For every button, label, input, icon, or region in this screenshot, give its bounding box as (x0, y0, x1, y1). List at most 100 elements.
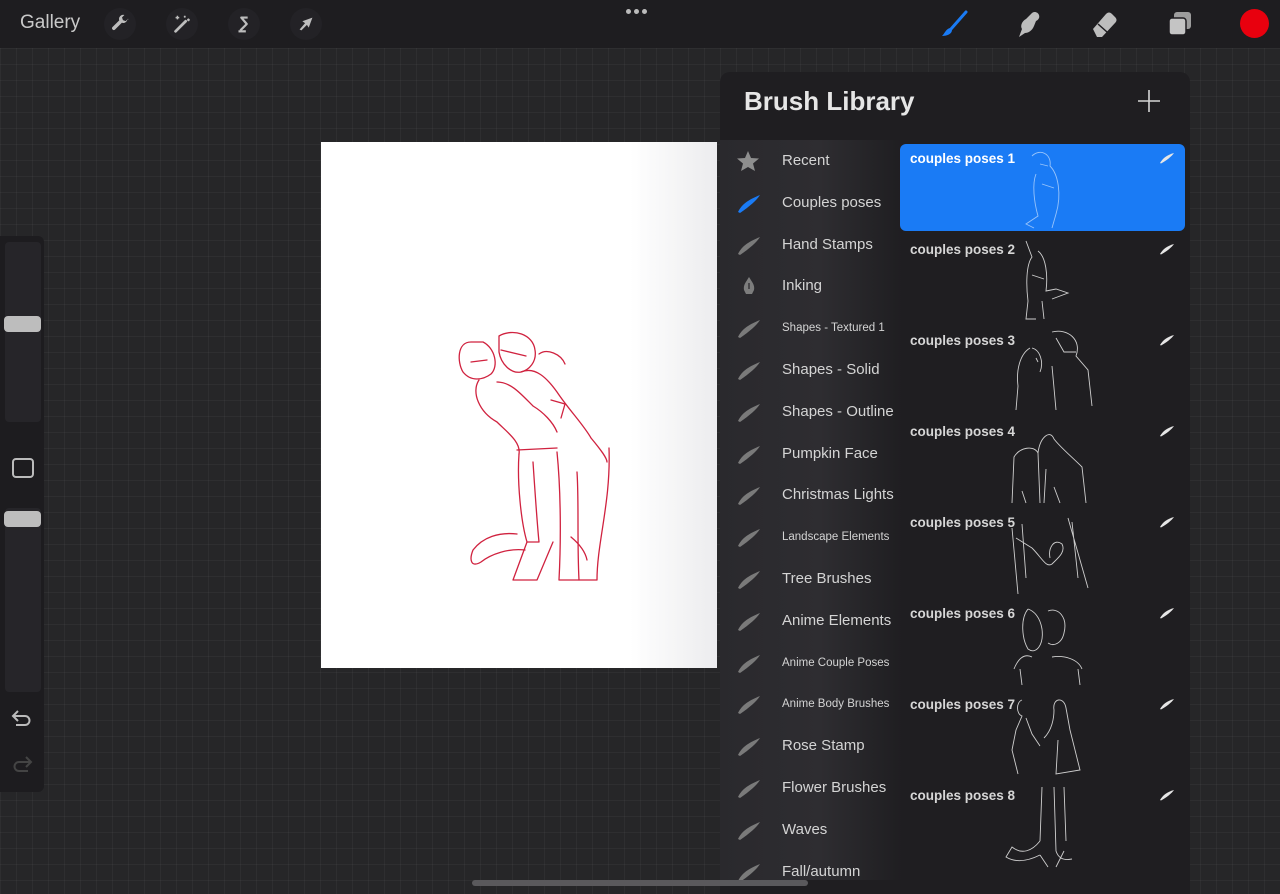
transform-button[interactable] (290, 8, 322, 40)
gallery-button[interactable]: Gallery (20, 12, 80, 34)
brush-set-label: Tree Brushes (782, 570, 872, 587)
brush-set-label: Hand Stamps (782, 235, 873, 253)
brush-item[interactable]: couples poses 7 (900, 690, 1185, 777)
brush-stroke-icon (1160, 244, 1174, 255)
plus-icon (1138, 90, 1160, 112)
brush-set-label: Shapes - Solid (782, 361, 880, 378)
brush-stroke-icon (736, 819, 762, 841)
redo-arrow-icon (13, 756, 33, 772)
brush-set-item[interactable]: Christmas Lights (720, 474, 902, 516)
brush-stroke-icon (736, 652, 762, 674)
paint-tool-button[interactable] (936, 6, 972, 42)
brush-set-item[interactable]: Anime Elements (720, 600, 902, 642)
brush-library-title: Brush Library (744, 86, 915, 116)
brush-set-item[interactable]: Anime Couple Poses (720, 642, 902, 684)
brush-set-item[interactable]: Fall/autumn (720, 851, 902, 880)
layers-tool-button[interactable] (1162, 6, 1198, 42)
brush-set-label: Shapes - Outline (782, 402, 894, 420)
brush-name: couples poses 1 (910, 151, 1016, 166)
brush-stroke-icon (1160, 790, 1174, 801)
brush-set-label: Anime Body Brushes (782, 698, 890, 711)
brush-set-item[interactable]: Waves (720, 809, 902, 851)
smudge-tool-button[interactable] (1010, 6, 1046, 42)
brush-set-label: Recent (782, 152, 830, 169)
brush-item[interactable]: couples poses 5 (900, 508, 1185, 595)
brush-set-item[interactable]: Recent (720, 140, 902, 182)
brush-name: couples poses 3 (910, 333, 1016, 348)
brush-set-item[interactable]: Hand Stamps (720, 224, 902, 266)
brush-set-item[interactable]: Shapes - Outline (720, 391, 902, 433)
brush-list[interactable]: couples poses 1 couples poses 2 couples … (900, 144, 1186, 884)
eraser-tool-button[interactable] (1086, 6, 1122, 42)
brush-set-label: Waves (782, 820, 828, 838)
horizontal-scrollbar[interactable] (472, 880, 808, 886)
brush-stroke-icon (736, 401, 762, 423)
opacity-slider-thumb[interactable] (4, 511, 41, 527)
brush-stroke-icon (736, 443, 762, 465)
brush-stroke-icon (736, 735, 762, 757)
brush-item[interactable]: couples poses 8 (900, 781, 1185, 868)
eraser-icon (1093, 12, 1117, 37)
brush-set-label: Couples poses (782, 193, 882, 211)
brush-stroke-icon (736, 610, 762, 632)
color-picker-button[interactable] (1240, 9, 1269, 38)
brush-size-slider[interactable] (5, 242, 41, 422)
modify-button[interactable] (12, 458, 34, 478)
brush-set-item[interactable]: Shapes - Textured 1 (720, 307, 902, 349)
redo-button[interactable] (10, 754, 34, 779)
more-options-button[interactable] (626, 9, 647, 14)
brush-size-slider-thumb[interactable] (4, 316, 41, 332)
wrench-icon (112, 14, 129, 31)
brush-item[interactable]: couples poses 4 (900, 417, 1185, 504)
actions-button[interactable] (104, 8, 136, 40)
brush-stroke-icon (736, 359, 762, 381)
brush-name: couples poses 5 (910, 515, 1016, 530)
brush-stroke-icon (736, 693, 762, 715)
layers-icon (1168, 12, 1191, 36)
brush-library-panel: Brush Library Recent Couples poses Hand … (720, 72, 1190, 894)
brush-set-item[interactable]: Flower Brushes (720, 767, 902, 809)
brush-set-label: Flower Brushes (782, 779, 887, 796)
brush-stroke-icon (736, 526, 762, 548)
brush-set-label: Shapes - Textured 1 (782, 322, 885, 335)
brush-set-item[interactable]: Shapes - Solid (720, 349, 902, 391)
magic-wand-icon (174, 15, 190, 33)
brush-set-item[interactable]: Couples poses (720, 182, 902, 224)
brush-set-item[interactable]: Landscape Elements (720, 516, 902, 558)
pen-nib-icon (736, 275, 762, 297)
undo-arrow-icon (11, 710, 31, 726)
brush-name: couples poses 8 (910, 788, 1016, 803)
brush-set-item[interactable]: Inking (720, 265, 902, 307)
opacity-slider[interactable] (5, 508, 41, 692)
brush-item[interactable]: couples poses 2 (900, 235, 1185, 322)
brush-stroke-icon (736, 777, 762, 799)
brush-item[interactable]: couples poses 6 (900, 599, 1185, 686)
brush-set-item[interactable]: Rose Stamp (720, 725, 902, 767)
brush-stroke-icon (736, 234, 762, 256)
brush-stroke-icon (1160, 153, 1174, 164)
brush-set-label: Rose Stamp (782, 737, 865, 755)
selection-button[interactable] (228, 8, 260, 40)
brush-set-label: Pumpkin Face (782, 444, 878, 462)
brush-item[interactable]: couples poses 1 (900, 144, 1185, 231)
undo-button[interactable] (10, 708, 34, 733)
brush-stroke-icon (736, 192, 762, 214)
brush-stroke-icon (736, 484, 762, 506)
brush-name: couples poses 6 (910, 606, 1016, 621)
brush-set-item[interactable]: Pumpkin Face (720, 433, 902, 475)
brush-name: couples poses 4 (910, 424, 1016, 439)
brush-stroke-icon (736, 568, 762, 590)
brush-stroke-icon (1160, 608, 1174, 619)
brush-item[interactable]: couples poses 3 (900, 326, 1185, 413)
brush-icon (942, 10, 968, 36)
brush-set-label: Anime Elements (782, 611, 892, 629)
brush-set-list[interactable]: Recent Couples poses Hand Stamps Inking … (720, 140, 902, 880)
brush-set-item[interactable]: Tree Brushes (720, 558, 902, 600)
add-brush-set-button[interactable] (1136, 88, 1162, 114)
brush-set-item[interactable]: Anime Body Brushes (720, 683, 902, 725)
brush-stroke-icon (1160, 335, 1174, 346)
adjustments-button[interactable] (166, 8, 198, 40)
brush-set-label: Anime Couple Poses (782, 656, 890, 669)
drawing-canvas[interactable] (321, 142, 717, 668)
brush-set-label: Fall/autumn (782, 862, 861, 880)
